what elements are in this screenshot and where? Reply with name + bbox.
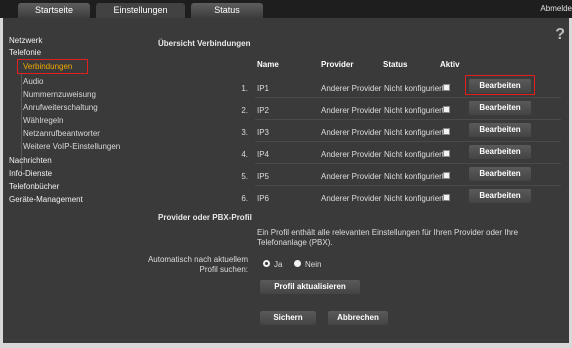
connection-status: Nicht konfiguriert — [384, 150, 445, 159]
row-number: 2. — [241, 106, 248, 115]
column-header-provider: Provider — [321, 60, 354, 69]
sidebar-item-netzwerk[interactable]: Netzwerk — [9, 36, 42, 45]
overview-title: Übersicht Verbindungen — [158, 39, 251, 48]
row-number: 1. — [241, 84, 248, 93]
sidebar-item-weitere-voip[interactable]: Weitere VoIP-Einstellungen — [23, 142, 120, 151]
main-panel: Netzwerk Telefonie Verbindungen Audio Nu… — [3, 18, 569, 343]
active-checkbox[interactable] — [443, 194, 450, 201]
connection-status: Nicht konfiguriert — [384, 194, 445, 203]
sidebar-item-netzanrufbeantworter[interactable]: Netzanrufbeantworter — [23, 129, 100, 138]
edit-button[interactable]: Bearbeiten — [469, 101, 531, 115]
connection-provider: Anderer Provider — [321, 128, 382, 137]
profile-title: Provider oder PBX-Profil — [158, 213, 252, 222]
profile-info: Ein Profil enthält alle relevanten Einst… — [257, 228, 519, 247]
radio-no[interactable] — [294, 260, 301, 267]
row-number: 5. — [241, 172, 248, 181]
auto-search-label: Automatisch nach aktuellem Profil suchen… — [147, 255, 248, 274]
column-header-name: Name — [257, 60, 279, 69]
radio-no-label: Nein — [305, 260, 322, 269]
top-navigation-bar: Startseite Einstellungen Status Abmelde — [0, 0, 572, 18]
logout-link[interactable]: Abmelde — [540, 4, 572, 13]
row-separator — [255, 97, 561, 98]
help-icon[interactable]: ? — [555, 26, 565, 44]
connection-name: IP5 — [257, 172, 270, 181]
edit-button[interactable]: Bearbeiten — [469, 123, 531, 137]
active-checkbox[interactable] — [443, 150, 450, 157]
tab-status[interactable]: Status — [191, 3, 263, 18]
sidebar-item-info-dienste[interactable]: Info-Dienste — [9, 169, 52, 178]
connection-provider: Anderer Provider — [321, 172, 382, 181]
connection-status: Nicht konfiguriert — [384, 128, 445, 137]
sidebar-item-telefonie[interactable]: Telefonie — [9, 48, 41, 57]
connection-name: IP6 — [257, 194, 270, 203]
connection-status: Nicht konfiguriert — [384, 84, 445, 93]
connection-provider: Anderer Provider — [321, 194, 382, 203]
active-checkbox[interactable] — [443, 172, 450, 179]
sidebar-item-verbindungen[interactable]: Verbindungen — [23, 62, 72, 71]
sidebar-item-geraete-management[interactable]: Geräte-Management — [9, 195, 83, 204]
sidebar-item-nummernzuweisung[interactable]: Nummernzuweisung — [23, 90, 96, 99]
connection-provider: Anderer Provider — [321, 84, 382, 93]
connection-status: Nicht konfiguriert — [384, 172, 445, 181]
save-button[interactable]: Sichern — [260, 311, 316, 325]
sidebar-item-anrufweiterschaltung[interactable]: Anrufweiterschaltung — [23, 103, 98, 112]
cancel-button[interactable]: Abbrechen — [328, 311, 388, 325]
column-header-active: Aktiv — [440, 60, 460, 69]
row-number: 6. — [241, 194, 248, 203]
highlight-box — [465, 75, 535, 95]
edit-button[interactable]: Bearbeiten — [469, 145, 531, 159]
column-header-status: Status — [383, 60, 408, 69]
connection-provider: Anderer Provider — [321, 150, 382, 159]
row-separator — [255, 185, 561, 186]
row-number: 3. — [241, 128, 248, 137]
active-checkbox[interactable] — [443, 128, 450, 135]
sidebar: Netzwerk Telefonie Verbindungen Audio Nu… — [3, 18, 149, 343]
row-separator — [255, 141, 561, 142]
connection-name: IP3 — [257, 128, 270, 137]
row-separator — [255, 163, 561, 164]
active-checkbox[interactable] — [443, 106, 450, 113]
update-profile-button[interactable]: Profil aktualisieren — [260, 280, 360, 294]
tab-startseite[interactable]: Startseite — [18, 3, 90, 18]
connection-provider: Anderer Provider — [321, 106, 382, 115]
connection-status: Nicht konfiguriert — [384, 106, 445, 115]
sidebar-item-nachrichten[interactable]: Nachrichten — [9, 156, 52, 165]
tab-einstellungen[interactable]: Einstellungen — [96, 3, 185, 18]
row-separator — [255, 119, 561, 120]
edit-button[interactable]: Bearbeiten — [469, 167, 531, 181]
active-checkbox[interactable] — [443, 84, 450, 91]
edit-button[interactable]: Bearbeiten — [469, 189, 531, 203]
connection-name: IP4 — [257, 150, 270, 159]
radio-yes-label: Ja — [274, 260, 283, 269]
sidebar-item-audio[interactable]: Audio — [23, 77, 43, 86]
connection-name: IP2 — [257, 106, 270, 115]
radio-yes[interactable] — [263, 260, 270, 267]
sidebar-item-waehlregeln[interactable]: Wählregeln — [23, 116, 63, 125]
sidebar-item-telefonbuecher[interactable]: Telefonbücher — [9, 182, 59, 191]
connection-name: IP1 — [257, 84, 270, 93]
row-number: 4. — [241, 150, 248, 159]
